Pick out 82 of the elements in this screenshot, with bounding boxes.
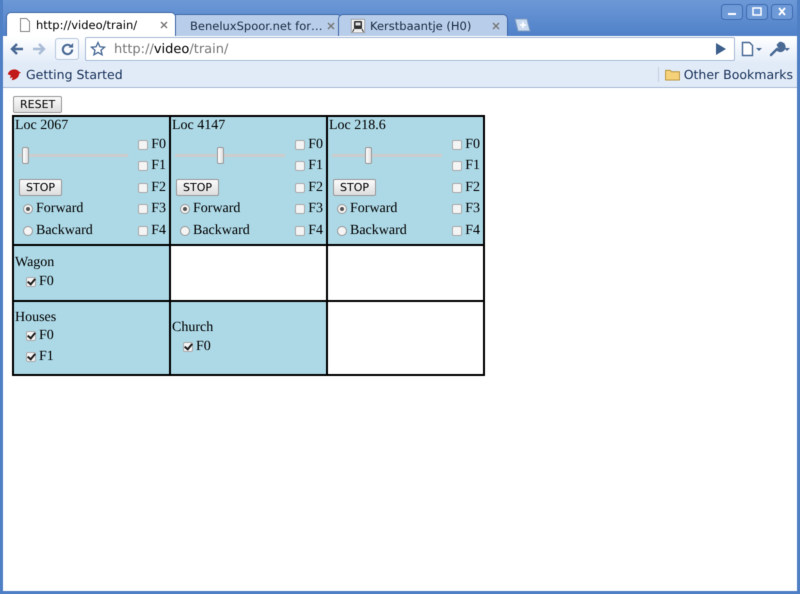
direction-label: Backward bbox=[350, 222, 407, 239]
checkbox[interactable] bbox=[138, 182, 148, 193]
checkbox[interactable] bbox=[452, 204, 462, 214]
radio-button[interactable] bbox=[180, 226, 190, 236]
function-label: F0 bbox=[39, 328, 54, 344]
back-arrow-icon[interactable] bbox=[9, 41, 25, 57]
stop-button[interactable]: STOP bbox=[176, 179, 219, 196]
checkbox[interactable] bbox=[26, 276, 36, 286]
checkbox[interactable] bbox=[295, 226, 306, 236]
direction-label: Forward bbox=[36, 201, 84, 218]
function-label: F2 bbox=[465, 180, 480, 196]
other-bookmarks-button[interactable]: Other Bookmarks bbox=[658, 67, 793, 82]
function-label: F2 bbox=[151, 180, 166, 196]
reload-button[interactable] bbox=[55, 38, 79, 60]
function-label: F0 bbox=[308, 136, 323, 153]
bird-icon bbox=[7, 68, 22, 81]
function-label: F1 bbox=[308, 158, 323, 174]
radio-button[interactable] bbox=[23, 226, 33, 236]
function-label: F0 bbox=[196, 338, 211, 354]
function-label: F0 bbox=[151, 136, 166, 153]
function-label: F3 bbox=[151, 201, 166, 218]
browser-tab[interactable]: http://video/train/ bbox=[6, 12, 176, 36]
accessory-name: Houses bbox=[14, 308, 58, 326]
function-label: F3 bbox=[465, 201, 480, 218]
checkbox[interactable] bbox=[26, 352, 36, 362]
reload-icon bbox=[60, 42, 74, 56]
train-icon bbox=[351, 18, 365, 32]
loco-name: Loc 4147 bbox=[171, 117, 226, 134]
function-label: F0 bbox=[465, 136, 480, 153]
direction-label: Forward bbox=[350, 201, 398, 218]
close-icon[interactable] bbox=[771, 4, 793, 20]
function-label: F4 bbox=[465, 222, 480, 239]
loco-name: Loc 2067 bbox=[14, 117, 70, 134]
function-label: F1 bbox=[465, 158, 480, 174]
function-label: F4 bbox=[151, 222, 166, 239]
close-icon[interactable] bbox=[327, 22, 336, 30]
stop-button[interactable]: STOP bbox=[19, 179, 62, 196]
function-label: F4 bbox=[308, 222, 323, 239]
checkbox[interactable] bbox=[452, 226, 462, 236]
checkbox[interactable] bbox=[295, 204, 306, 214]
function-label: F3 bbox=[308, 201, 323, 218]
stop-button[interactable]: STOP bbox=[333, 179, 376, 196]
checkbox[interactable] bbox=[138, 226, 148, 236]
bookmark-link[interactable]: Getting Started bbox=[7, 67, 123, 82]
checkbox[interactable] bbox=[295, 182, 306, 193]
direction-label: Forward bbox=[193, 201, 240, 218]
function-label: F1 bbox=[151, 158, 166, 174]
wrench-icon[interactable] bbox=[769, 41, 791, 57]
browser-tab[interactable]: Kerstbaantje (H0) bbox=[338, 14, 508, 36]
direction-label: Backward bbox=[193, 222, 250, 239]
close-icon[interactable] bbox=[160, 20, 168, 28]
checkbox[interactable] bbox=[183, 342, 193, 352]
reset-button[interactable]: RESET bbox=[13, 96, 62, 113]
checkbox[interactable] bbox=[138, 161, 148, 172]
checkbox[interactable] bbox=[295, 161, 306, 172]
page-icon bbox=[19, 18, 31, 32]
radio-button[interactable] bbox=[337, 204, 347, 214]
radio-button[interactable] bbox=[337, 226, 347, 236]
loco-name: Loc 218.6 bbox=[328, 117, 387, 134]
accessory-name: Wagon bbox=[14, 254, 56, 271]
minimize-icon[interactable] bbox=[721, 4, 743, 20]
checkbox[interactable] bbox=[452, 140, 462, 150]
checkbox[interactable] bbox=[26, 331, 36, 341]
radio-button[interactable] bbox=[180, 204, 190, 214]
radio-button[interactable] bbox=[23, 204, 33, 214]
new-tab-icon[interactable] bbox=[512, 18, 532, 32]
direction-label: Backward bbox=[36, 222, 93, 239]
page-menu-icon[interactable] bbox=[741, 41, 763, 57]
function-label: F2 bbox=[308, 180, 323, 196]
function-label: F1 bbox=[39, 349, 54, 365]
checkbox[interactable] bbox=[295, 140, 306, 150]
close-icon[interactable] bbox=[492, 22, 500, 30]
maximize-icon[interactable] bbox=[746, 4, 768, 20]
checkbox[interactable] bbox=[452, 161, 462, 172]
function-label: F0 bbox=[39, 274, 54, 290]
checkbox[interactable] bbox=[452, 182, 462, 193]
checkbox[interactable] bbox=[138, 204, 148, 214]
star-icon[interactable] bbox=[90, 41, 106, 57]
folder-icon bbox=[664, 68, 680, 80]
accessory-name: Church bbox=[171, 319, 214, 336]
checkbox[interactable] bbox=[138, 140, 148, 150]
play-icon[interactable] bbox=[716, 43, 726, 55]
